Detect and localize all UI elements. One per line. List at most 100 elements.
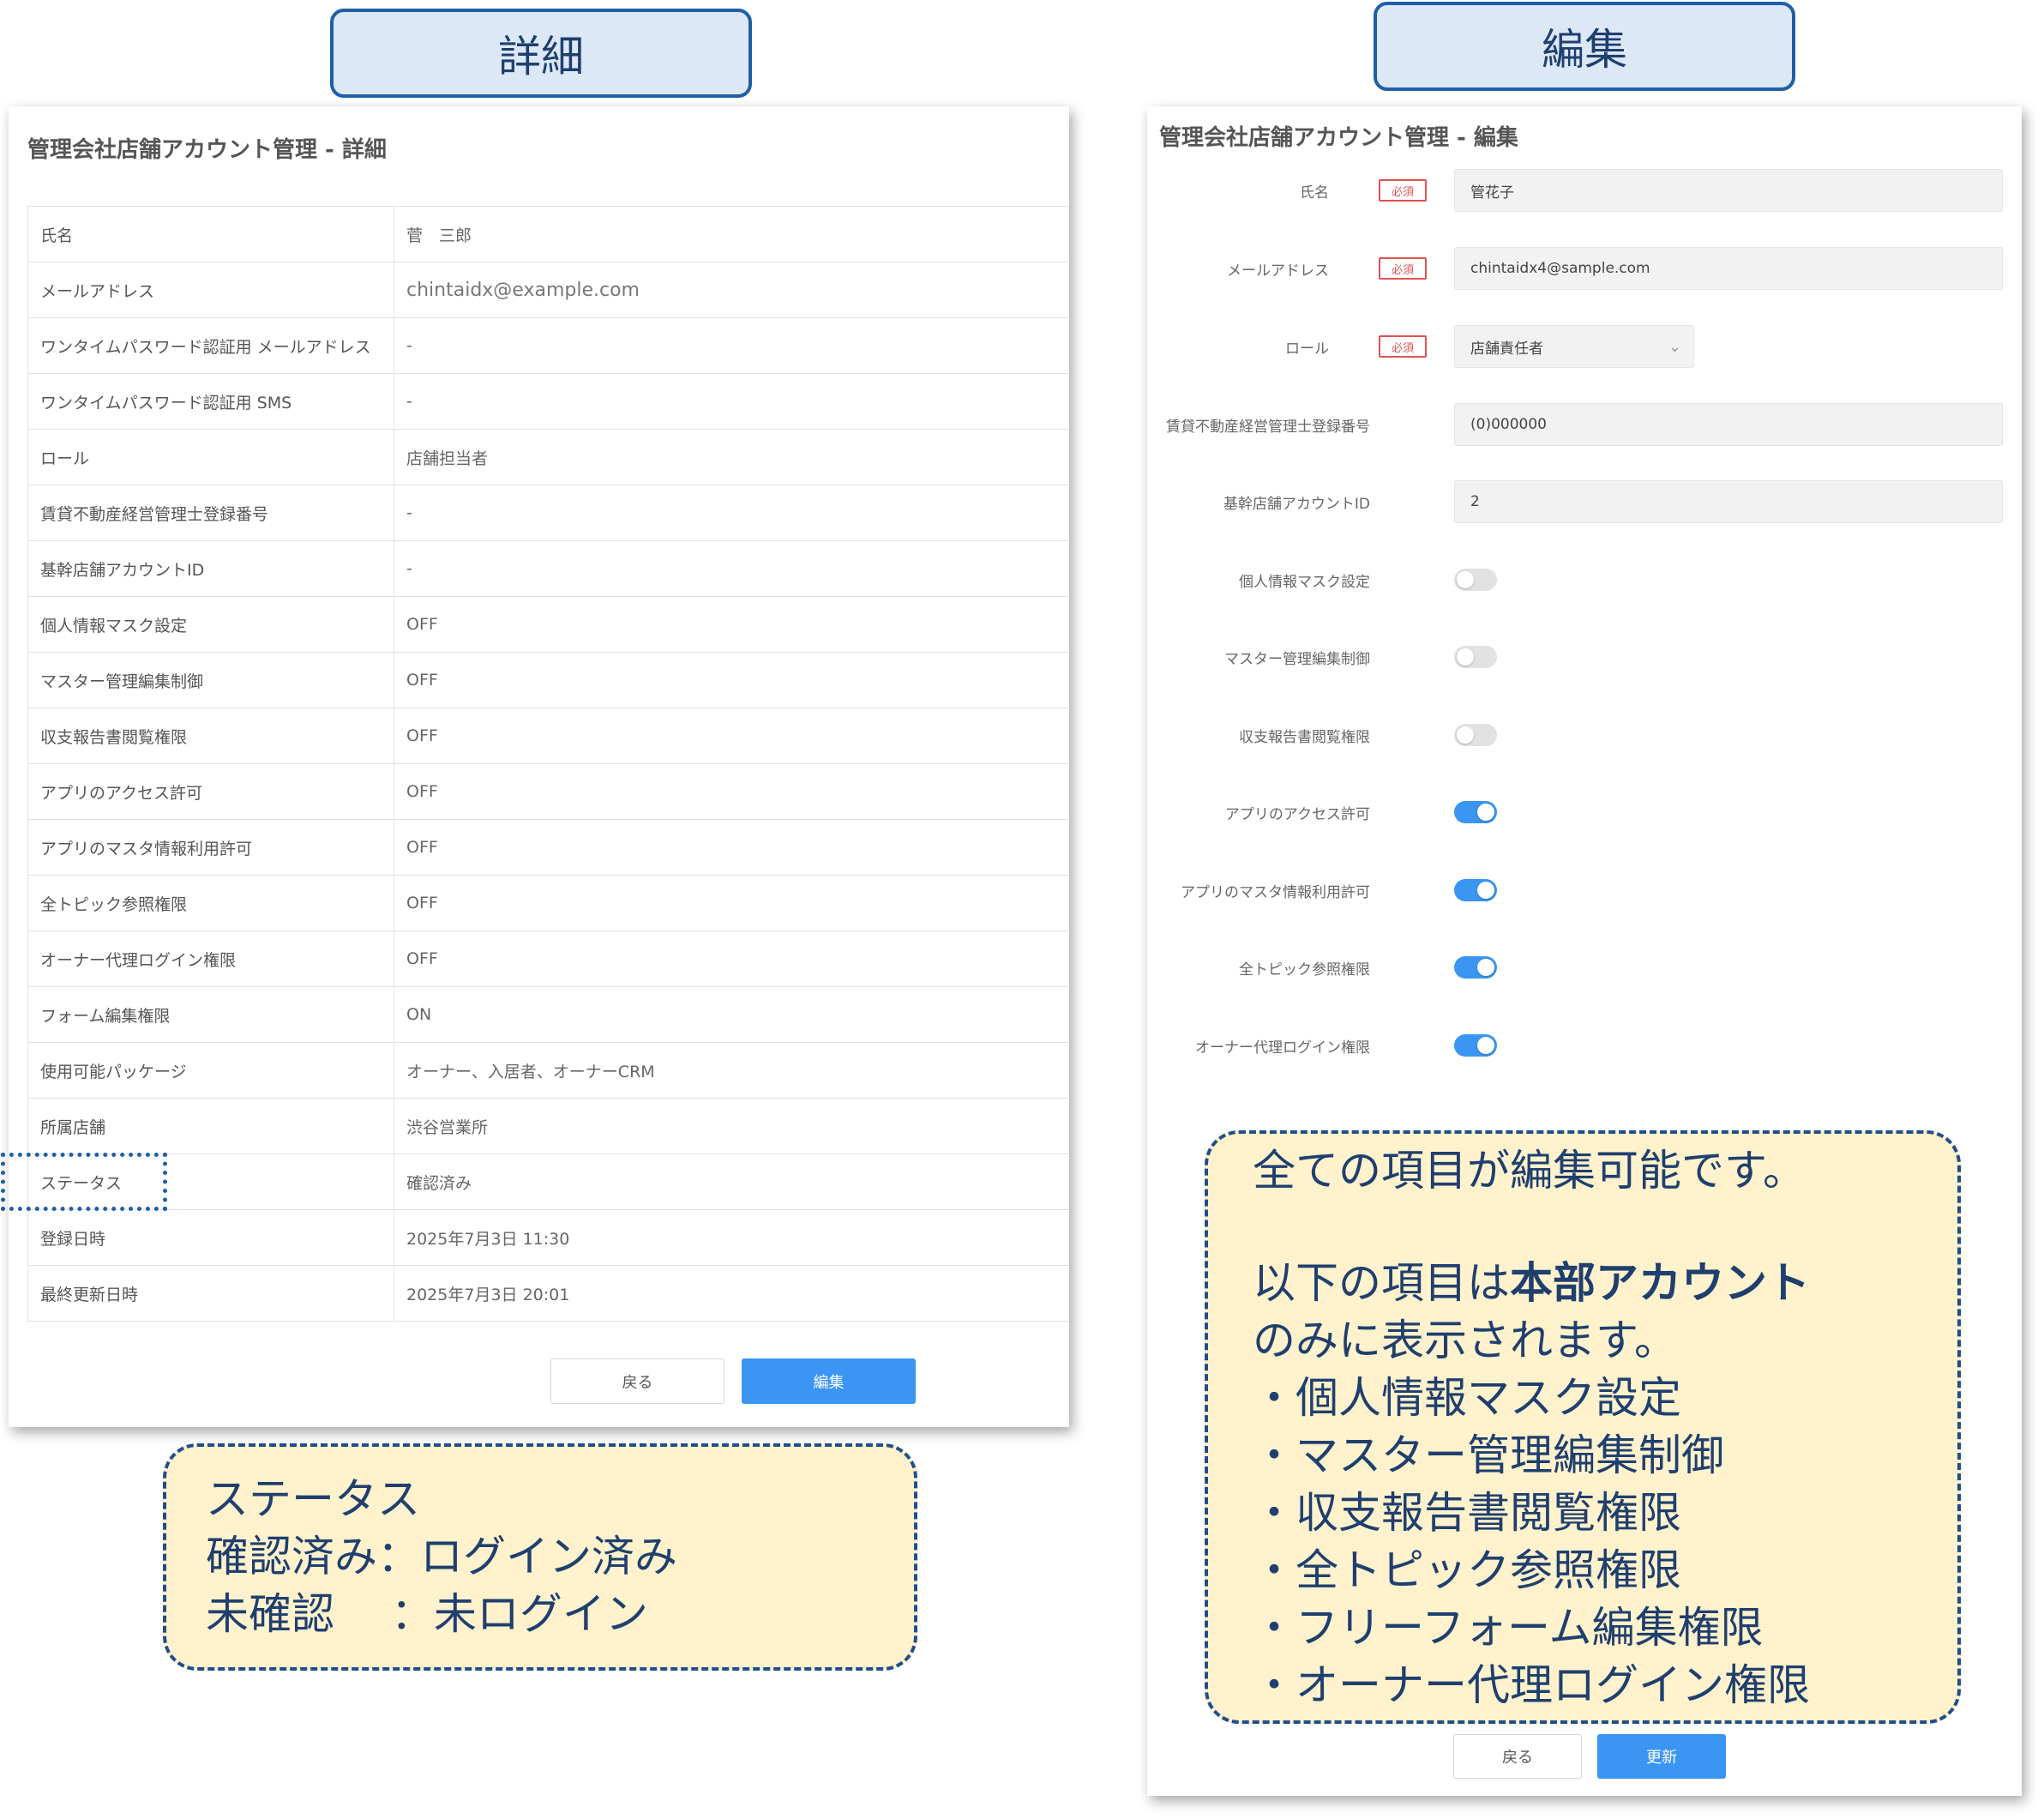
form-field-label: 賃貸不動産経営管理士登録番号 bbox=[1166, 418, 1370, 436]
edit-callout-item: ・マスター管理編集制御 bbox=[1253, 1431, 1724, 1480]
detail-row: メールアドレス chintaidx@example.com bbox=[27, 262, 1069, 318]
edit-callout-line: 以下の項目は本部アカウント bbox=[1253, 1255, 1957, 1312]
detail-page-title: 管理会社店舗アカウント管理 - 詳細 bbox=[27, 137, 387, 163]
detail-row-label: 基幹店舗アカウントID bbox=[28, 541, 394, 596]
detail-row-value: OFF bbox=[406, 671, 438, 690]
detail-row-label: 氏名 bbox=[28, 207, 394, 262]
form-field-label: 全トピック参照権限 bbox=[1239, 961, 1370, 979]
detail-row-value: chintaidx@example.com bbox=[406, 279, 640, 301]
detail-row: 登録日時 2025年7月3日 11:30 bbox=[27, 1210, 1069, 1266]
detail-row: 収支報告書閲覧権限 OFF bbox=[27, 708, 1069, 764]
edit-page-title: 管理会社店舗アカウント管理 - 編集 bbox=[1159, 125, 1518, 151]
detail-table: 氏名菅 三郎 メールアドレス chintaidx@example.com ワンタイムパ… bbox=[27, 206, 1069, 1322]
form-field-label: アプリのマスタ情報利用許可 bbox=[1181, 883, 1370, 901]
edit-callout-line: のみに表示されます。 bbox=[1253, 1316, 1677, 1365]
detail-row-value: OFF bbox=[406, 838, 438, 857]
detail-row: 賃貸不動産経営管理士登録番号 - bbox=[27, 485, 1069, 541]
toggle-switch[interactable] bbox=[1454, 569, 1497, 591]
detail-row-label: アプリのアクセス許可 bbox=[28, 764, 394, 819]
chevron-down-icon: ⌄ bbox=[1668, 338, 1681, 356]
toggle-switch[interactable] bbox=[1454, 724, 1497, 746]
form-row: ロール 必須 店舗責任者 ⌄ bbox=[1147, 325, 2022, 368]
edit-back-button[interactable]: 戻る bbox=[1453, 1734, 1582, 1779]
detail-row-label: 賃貸不動産経営管理士登録番号 bbox=[28, 485, 394, 540]
edit-callout-line: 全ての項目が編集可能です。 bbox=[1253, 1146, 1806, 1196]
detail-row-label: メールアドレス bbox=[28, 262, 394, 317]
detail-row-value: 店舗担当者 bbox=[406, 449, 489, 468]
edit-callout-item: ・収支報告書閲覧権限 bbox=[1253, 1488, 1681, 1538]
toggle-switch[interactable] bbox=[1454, 646, 1497, 668]
edit-callout-item: ・個人情報マスク設定 bbox=[1253, 1373, 1681, 1423]
tab-edit: 編集 bbox=[1374, 2, 1795, 91]
text-field[interactable]: 2 bbox=[1454, 480, 2003, 523]
detail-row: オーナー代理ログイン権限 OFF bbox=[27, 931, 1069, 987]
toggle-knob bbox=[1477, 1037, 1494, 1054]
update-button[interactable]: 更新 bbox=[1597, 1734, 1726, 1779]
toggle-switch[interactable] bbox=[1454, 956, 1497, 979]
form-row: アプリのアクセス許可 bbox=[1147, 791, 2022, 834]
detail-row: 基幹店舗アカウントID - bbox=[27, 541, 1069, 597]
detail-row-value: 2025年7月3日 20:01 bbox=[406, 1285, 570, 1304]
detail-panel: 管理会社店舗アカウント管理 - 詳細 氏名菅 三郎 メールアドレス chintaid… bbox=[9, 106, 1069, 1427]
detail-row: 個人情報マスク設定 OFF bbox=[27, 597, 1069, 653]
tab-detail: 詳細 bbox=[330, 9, 752, 98]
role-select[interactable]: 店舗責任者 ⌄ bbox=[1454, 325, 1694, 368]
detail-row-label: アプリのマスタ情報利用許可 bbox=[28, 820, 394, 875]
detail-row: ワンタイムパスワード認証用 メールアドレス - bbox=[27, 318, 1069, 374]
text-field[interactable]: (0)000000 bbox=[1454, 403, 2003, 446]
status-callout-line: 未確認 ：未ログイン bbox=[206, 1589, 648, 1639]
detail-row-label: 収支報告書閲覧権限 bbox=[28, 708, 394, 763]
detail-row-label: マスター管理編集制御 bbox=[28, 653, 394, 708]
required-badge: 必須 bbox=[1379, 257, 1427, 280]
form-row: 個人情報マスク設定 bbox=[1147, 558, 2022, 601]
form-field-label: ロール bbox=[1285, 340, 1329, 358]
detail-row: 氏名菅 三郎 bbox=[27, 207, 1069, 262]
detail-row-label: ワンタイムパスワード認証用 メールアドレス bbox=[28, 318, 394, 373]
form-row: 収支報告書閲覧権限 bbox=[1147, 714, 2022, 756]
toggle-switch[interactable] bbox=[1454, 801, 1497, 823]
form-row: アプリのマスタ情報利用許可 bbox=[1147, 869, 2022, 912]
detail-row-value: ON bbox=[406, 1005, 432, 1024]
detail-row: 使用可能パッケージ オーナー、入居者、オーナーCRM bbox=[27, 1043, 1069, 1099]
detail-row-label: フォーム編集権限 bbox=[28, 987, 394, 1042]
detail-row: フォーム編集権限 ON bbox=[27, 987, 1069, 1043]
form-field-label: オーナー代理ログイン権限 bbox=[1195, 1039, 1370, 1057]
text-field[interactable]: chintaidx4@sample.com bbox=[1454, 247, 2003, 290]
detail-row-value: - bbox=[406, 392, 412, 411]
edit-callout-item: ・全トピック参照権限 bbox=[1253, 1545, 1681, 1595]
detail-row-label: ワンタイムパスワード認証用 SMS bbox=[28, 374, 394, 429]
detail-row: アプリのマスタ情報利用許可 OFF bbox=[27, 820, 1069, 876]
detail-row-value: OFF bbox=[406, 894, 438, 913]
detail-row-label: 個人情報マスク設定 bbox=[28, 597, 394, 652]
toggle-knob bbox=[1457, 726, 1474, 744]
detail-row-label: 全トピック参照権限 bbox=[28, 876, 394, 931]
form-row: オーナー代理ログイン権限 bbox=[1147, 1024, 2022, 1067]
form-row: 氏名 必須 管花子 bbox=[1147, 169, 2022, 212]
back-button[interactable]: 戻る bbox=[550, 1358, 724, 1404]
edit-callout-prefix: 以下の項目は bbox=[1253, 1258, 1510, 1308]
text-field[interactable]: 管花子 bbox=[1454, 169, 2003, 212]
detail-row-label: ロール bbox=[28, 430, 394, 485]
form-field-label: 氏名 bbox=[1300, 184, 1329, 202]
edit-callout-item: ・フリーフォーム編集権限 bbox=[1253, 1603, 1764, 1653]
form-field-label: マスター管理編集制御 bbox=[1224, 650, 1370, 668]
detail-row: ステータス 確認済み bbox=[27, 1154, 1069, 1210]
detail-row-label: 登録日時 bbox=[28, 1210, 394, 1265]
detail-row-value: オーナー、入居者、オーナーCRM bbox=[406, 1062, 655, 1081]
required-badge: 必須 bbox=[1379, 179, 1427, 202]
detail-row: 最終更新日時 2025年7月3日 20:01 bbox=[27, 1266, 1069, 1322]
form-row: 全トピック参照権限 bbox=[1147, 946, 2022, 989]
toggle-switch[interactable] bbox=[1454, 879, 1497, 901]
form-row: メールアドレス 必須 chintaidx4@sample.com bbox=[1147, 247, 2022, 290]
toggle-knob bbox=[1457, 648, 1474, 666]
toggle-knob bbox=[1457, 571, 1474, 588]
detail-row-value: 確認済み bbox=[406, 1173, 472, 1193]
edit-callout-item: ・オーナー代理ログイン権限 bbox=[1253, 1660, 1810, 1710]
toggle-knob bbox=[1477, 959, 1494, 976]
form-field-label: 収支報告書閲覧権限 bbox=[1239, 728, 1370, 746]
toggle-switch[interactable] bbox=[1454, 1034, 1497, 1057]
detail-row: マスター管理編集制御 OFF bbox=[27, 653, 1069, 708]
edit-button[interactable]: 編集 bbox=[742, 1358, 916, 1404]
form-field-label: メールアドレス bbox=[1227, 262, 1329, 280]
edit-callout-bold: 本部アカウント bbox=[1510, 1258, 1810, 1308]
